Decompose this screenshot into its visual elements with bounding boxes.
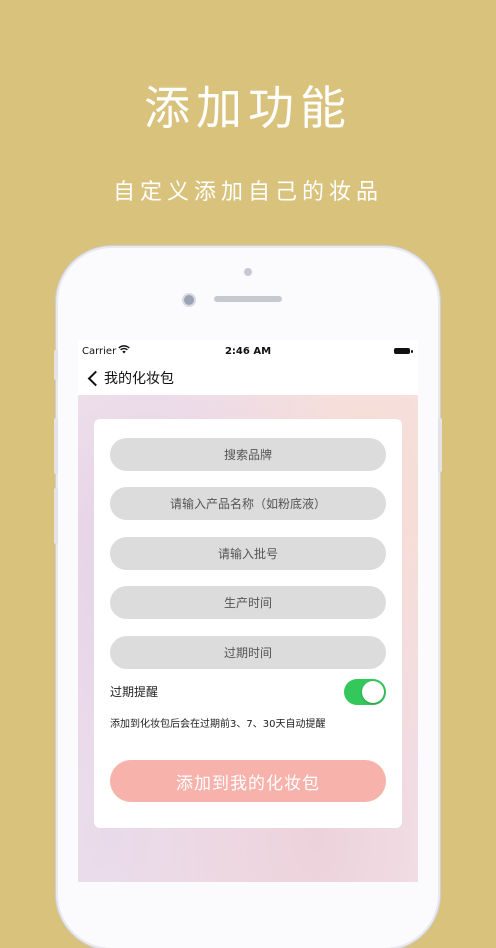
production-date-input[interactable] bbox=[110, 586, 386, 619]
navigation-bar: 我的化妆包 bbox=[78, 362, 418, 394]
add-to-bag-button[interactable]: 添加到我的化妆包 bbox=[110, 760, 386, 802]
add-product-card: 过期提醒 添加到化妆包后会在过期前3、7、30天自动提醒 添加到我的化妆包 bbox=[94, 419, 402, 828]
expiry-reminder-label: 过期提醒 bbox=[110, 685, 159, 699]
reminder-hint: 添加到化妆包后会在过期前3、7、30天自动提醒 bbox=[110, 719, 326, 730]
battery-icon bbox=[394, 348, 413, 354]
expiry-date-input[interactable] bbox=[110, 636, 386, 669]
chevron-left-icon bbox=[87, 370, 104, 386]
promo-subtitle: 自定义添加自己的妆品 bbox=[112, 180, 383, 205]
proximity-sensor bbox=[244, 268, 252, 276]
volume-up-button bbox=[54, 418, 58, 474]
earpiece-speaker bbox=[214, 296, 282, 302]
status-bar: Carrier 2:46 AM bbox=[78, 340, 418, 362]
back-button[interactable]: 我的化妆包 bbox=[86, 368, 174, 388]
batch-number-input[interactable] bbox=[110, 537, 386, 570]
product-name-input[interactable] bbox=[110, 487, 386, 520]
power-button bbox=[438, 418, 442, 472]
phone-screen: Carrier 2:46 AM 我的化妆包 过期提醒 bbox=[78, 340, 418, 882]
content-background: 过期提醒 添加到化妆包后会在过期前3、7、30天自动提醒 添加到我的化妆包 bbox=[78, 395, 418, 882]
front-camera bbox=[182, 293, 196, 307]
expiry-reminder-toggle[interactable] bbox=[344, 679, 386, 705]
promo-title: 添加功能 bbox=[144, 81, 352, 135]
mute-switch bbox=[54, 350, 58, 380]
brand-search-input[interactable] bbox=[110, 438, 386, 471]
toggle-knob bbox=[362, 681, 384, 703]
clock: 2:46 AM bbox=[224, 346, 272, 357]
volume-down-button bbox=[54, 488, 58, 544]
back-button-label: 我的化妆包 bbox=[104, 371, 174, 387]
